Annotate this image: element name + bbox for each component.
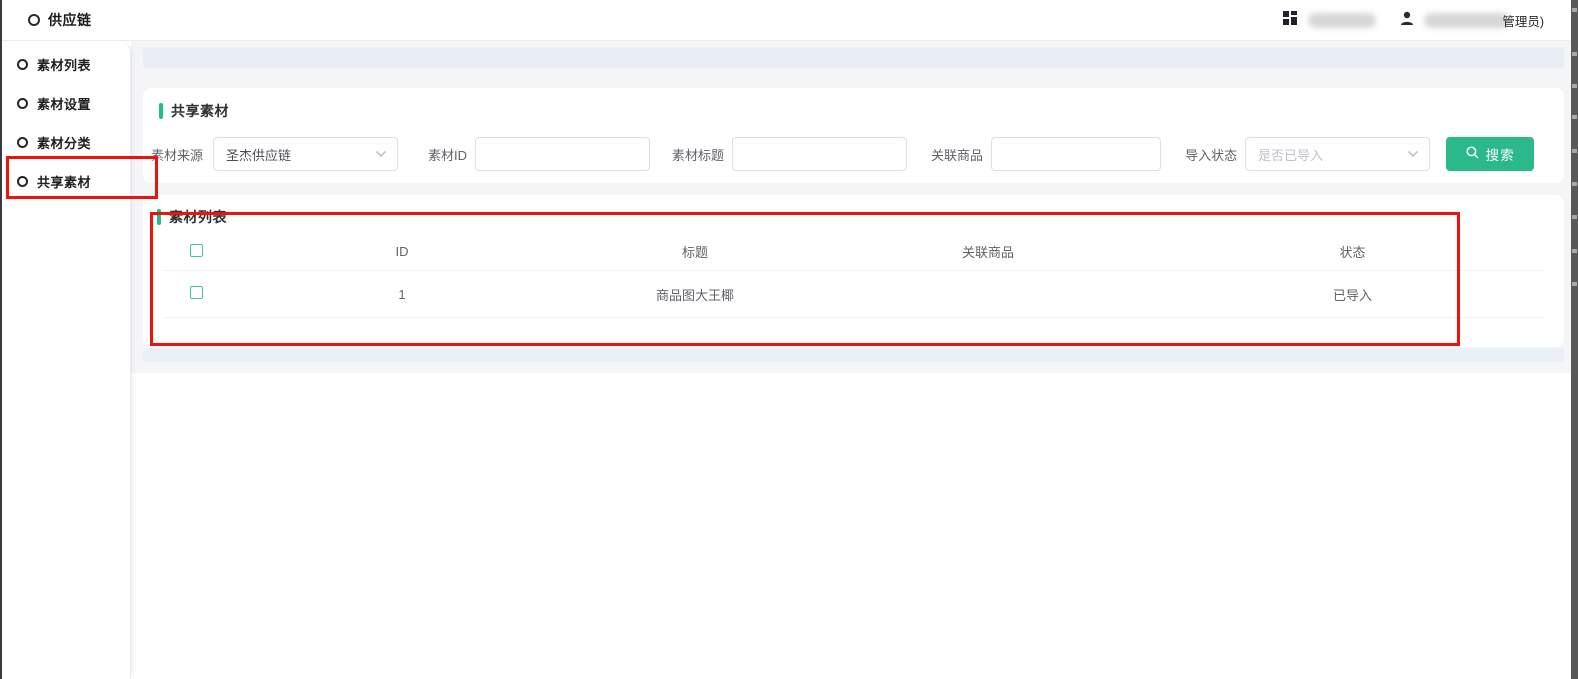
sidebar-item-label: 素材设置 xyxy=(37,94,91,113)
import-status-placeholder: 是否已导入 xyxy=(1258,145,1323,164)
chevron-down-icon xyxy=(1407,145,1419,163)
grid-apps-icon[interactable] xyxy=(1283,11,1298,31)
sidebar-item-label: 素材列表 xyxy=(37,55,91,74)
window-left-border xyxy=(0,0,2,679)
accent-bar xyxy=(157,209,161,225)
chevron-down-icon xyxy=(375,145,387,163)
search-button-label: 搜索 xyxy=(1486,144,1515,164)
search-icon xyxy=(1466,146,1479,162)
accent-bar xyxy=(159,103,163,119)
material-id-input[interactable] xyxy=(475,137,650,171)
cell-status: 已导入 xyxy=(1141,285,1564,304)
circle-bullet-icon xyxy=(17,137,28,148)
circle-bullet-icon xyxy=(17,176,28,187)
select-all-checkbox[interactable] xyxy=(190,244,203,257)
shared-material-filter-card: 共享素材 素材来源 圣杰供应链 素材ID 素材标题 关联商品 导入状态 是否已导… xyxy=(143,88,1564,183)
circle-bullet-icon xyxy=(17,59,28,70)
top-bar: 供应链 管理员) xyxy=(0,0,1578,41)
material-title-input[interactable] xyxy=(732,137,907,171)
import-status-select[interactable]: 是否已导入 xyxy=(1245,137,1430,171)
pagination-strip xyxy=(143,348,1564,362)
redacted-workspace-name xyxy=(1308,13,1376,28)
redacted-username xyxy=(1424,13,1510,28)
ring-icon xyxy=(28,14,40,26)
app-brand: 供应链 xyxy=(28,10,92,30)
import-status-label: 导入状态 xyxy=(1185,145,1237,164)
user-icon[interactable] xyxy=(1400,11,1414,30)
app-title: 供应链 xyxy=(48,10,92,30)
circle-bullet-icon xyxy=(17,98,28,109)
sidebar-item-label: 素材分类 xyxy=(37,133,91,152)
scrollbar[interactable] xyxy=(1571,0,1578,679)
sidebar-item-material-list[interactable]: 素材列表 xyxy=(0,45,130,84)
filter-section-title: 共享素材 xyxy=(171,101,229,121)
cell-id: 1 xyxy=(249,287,555,302)
material-list-card: 素材列表 ID 标题 关联商品 状态 1 商品图大王椰 已导入 xyxy=(143,195,1564,347)
source-select[interactable]: 圣杰供应链 xyxy=(213,137,398,171)
sidebar-item-material-settings[interactable]: 素材设置 xyxy=(0,84,130,123)
column-header-title: 标题 xyxy=(555,242,835,261)
column-header-related-product: 关联商品 xyxy=(835,242,1141,261)
table-header-row: ID 标题 关联商品 状态 xyxy=(143,233,1564,270)
sidebar-item-shared-material[interactable]: 共享素材 xyxy=(0,162,130,201)
sidebar-item-material-category[interactable]: 素材分类 xyxy=(0,123,130,162)
column-header-id: ID xyxy=(249,244,555,259)
source-label: 素材来源 xyxy=(151,145,203,164)
related-product-input[interactable] xyxy=(991,137,1161,171)
material-id-label: 素材ID xyxy=(428,145,467,164)
material-title-label: 素材标题 xyxy=(672,145,724,164)
source-select-value: 圣杰供应链 xyxy=(226,145,291,164)
user-role-text: 管理员) xyxy=(1502,11,1544,30)
table-row[interactable]: 1 商品图大王椰 已导入 xyxy=(143,271,1564,317)
row-checkbox[interactable] xyxy=(190,286,203,299)
cell-title: 商品图大王椰 xyxy=(555,285,835,304)
search-button[interactable]: 搜索 xyxy=(1446,137,1534,171)
sidebar-item-label: 共享素材 xyxy=(37,172,91,191)
related-product-label: 关联商品 xyxy=(931,145,983,164)
breadcrumb-strip xyxy=(143,48,1564,68)
table-section-title: 素材列表 xyxy=(169,207,227,227)
column-header-status: 状态 xyxy=(1141,242,1564,261)
sidebar: 素材列表 素材设置 素材分类 共享素材 xyxy=(0,41,131,679)
row-divider xyxy=(163,317,1544,318)
